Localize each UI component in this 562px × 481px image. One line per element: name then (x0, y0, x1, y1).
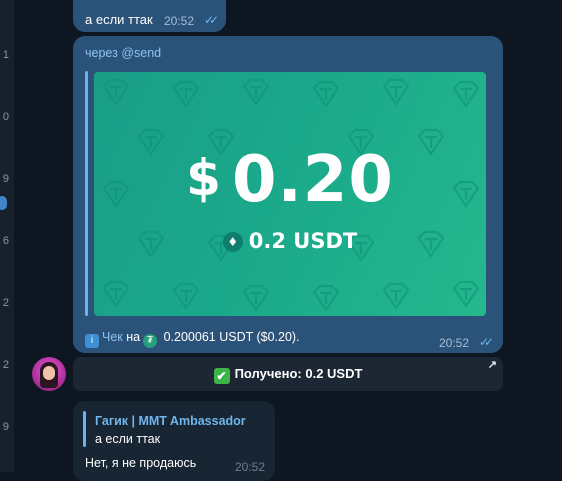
check-link[interactable]: Чек (102, 330, 123, 344)
preview-accent-bar (85, 71, 88, 316)
tether-icon: ₮ (143, 334, 158, 348)
incoming-reply-message[interactable]: Гагик | MMT Ambassador а если ттак Нет, … (73, 401, 275, 481)
check-caption: i Чек на ₮ 0.200061 USDT ($0.20). (85, 330, 300, 348)
reply-quote-bar (83, 411, 86, 447)
avatar[interactable] (32, 357, 66, 391)
left-counter: 2 (2, 359, 9, 371)
left-counter: 9 (2, 173, 9, 185)
read-checkmarks-icon: ✓✓ (479, 335, 494, 349)
received-button[interactable]: ✔ Получено: 0.2 USDT ↗ (73, 357, 503, 391)
left-counter: 1 (2, 49, 9, 61)
outgoing-message[interactable]: а если ттак 20:52 ✓✓ (73, 0, 226, 32)
check-amount-display: $0.20 (94, 142, 486, 216)
reply-author[interactable]: Гагик | MMT Ambassador (95, 414, 246, 428)
currency-symbol: $ (186, 149, 222, 207)
tether-icon: ♦ (222, 232, 243, 252)
check-on: на (126, 330, 141, 344)
info-emoji-icon: i (85, 334, 99, 348)
check-image-card[interactable]: $0.20 ♦ 0.2 USDT (94, 72, 486, 316)
left-counter: 9 (2, 421, 9, 433)
via-bot-link[interactable]: @send (121, 46, 161, 60)
left-counter: 0 (2, 111, 9, 123)
usdt-amount-line: ♦ 0.2 USDT (94, 229, 486, 253)
message-text: а если ттак (85, 12, 153, 27)
reply-quote-text: а если ттак (95, 432, 161, 446)
check-message[interactable]: через @send $0.20 ♦ 0.2 USDT i Чек на ₮ … (73, 36, 503, 353)
read-checkmarks-icon: ✓✓ (204, 13, 219, 27)
received-label: Получено: 0.2 USDT (234, 366, 363, 381)
left-panel-strip: 1 0 9 6 2 2 9 (0, 0, 14, 472)
unread-indicator[interactable] (0, 196, 7, 210)
left-counter: 2 (2, 297, 9, 309)
open-link-arrow-icon: ↗ (487, 359, 497, 371)
message-text: Нет, я не продаюсь (85, 456, 197, 470)
avatar-face (43, 366, 55, 380)
amount-value: 0.20 (231, 143, 394, 217)
via-bot-label: через @send (85, 46, 161, 60)
check-mark-icon: ✔ (213, 368, 230, 384)
check-amount: 0.200061 USDT ($0.20). (163, 330, 300, 344)
message-time: 20:52 (164, 14, 195, 28)
via-prefix: через (85, 46, 118, 60)
message-time: 20:52 (439, 336, 470, 350)
usdt-amount: 0.2 USDT (248, 229, 358, 253)
left-counter: 6 (2, 235, 9, 247)
